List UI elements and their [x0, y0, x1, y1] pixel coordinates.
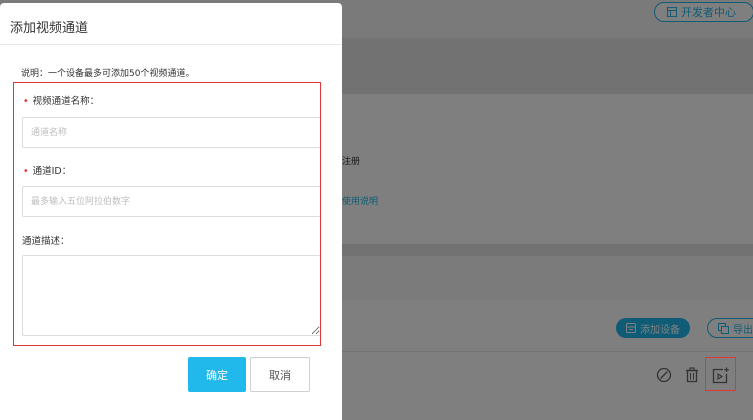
required-mark: •	[23, 166, 29, 177]
description-label: 通道描述：	[22, 236, 70, 247]
channel-name-label: • 视频通道名称：	[23, 96, 100, 107]
channel-id-label: • 通道ID：	[23, 166, 72, 177]
dialog-divider	[0, 44, 342, 45]
cancel-button[interactable]: 取消	[250, 357, 310, 392]
required-mark: •	[23, 96, 29, 107]
confirm-button[interactable]: 确定	[188, 357, 246, 392]
dialog-note: 说明：一个设备最多可添加50个视频通道。	[21, 69, 195, 79]
dialog-title: 添加视频通道	[10, 21, 89, 36]
channel-name-input[interactable]	[22, 117, 320, 148]
form-highlight-box: •视频通道名称： •通道ID： 通道描述：	[13, 82, 321, 346]
channel-id-input[interactable]	[22, 186, 320, 217]
description-textarea[interactable]	[22, 255, 320, 336]
add-channel-dialog: 添加视频通道 说明：一个设备最多可添加50个视频通道。 •视频通道名称： •通道…	[0, 3, 342, 420]
highlight-box	[705, 357, 736, 391]
